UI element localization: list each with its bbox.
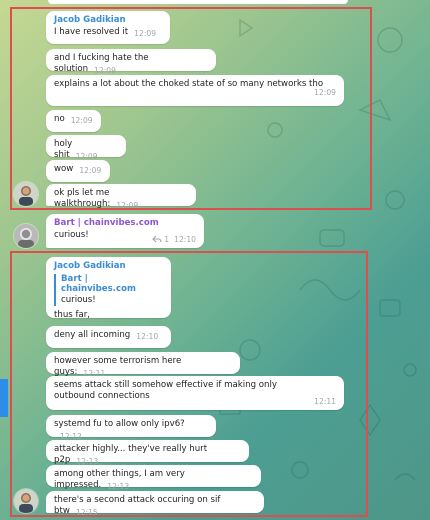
reply-quote[interactable]: Bart | chainvibes.com curious!: [54, 273, 163, 306]
message-bubble[interactable]: wow 12:09: [46, 160, 110, 182]
message-text: explains a lot about the choked state of…: [54, 79, 324, 89]
message-bubble[interactable]: however some terrorism here guys: 12:11: [46, 352, 240, 378]
message-time: 12:09: [79, 166, 102, 175]
message-bubble[interactable]: attacker highly... they've really hurt p…: [46, 440, 249, 466]
message-time: 12:09: [314, 87, 336, 97]
person-photo-icon: [14, 224, 38, 248]
message-bubble[interactable]: there's a second attack occuring on sif …: [46, 491, 264, 517]
message-text: wow: [54, 164, 74, 174]
message-text: I have resolved it: [54, 26, 129, 37]
message-bubble[interactable]: deny all incoming 12:10: [46, 326, 171, 348]
message-time: 12:09: [94, 65, 116, 75]
message-time: 12:13: [107, 481, 130, 491]
message-time: 12:09: [70, 116, 93, 125]
bart-avatar[interactable]: [14, 224, 38, 248]
message-bubble[interactable]: explains a lot about the choked state of…: [46, 75, 344, 106]
message-text: seems attack still somehow effective if …: [54, 380, 280, 401]
message-time: 12:10: [136, 332, 159, 341]
message-bubble[interactable]: no 12:09: [46, 110, 101, 132]
message-time: 12:09: [134, 28, 157, 38]
reply-arrow-icon[interactable]: [152, 235, 162, 243]
message-bubble[interactable]: Jacob Gadikian I have resolved it 12:09: [46, 11, 170, 44]
sender-name[interactable]: Jacob Gadikian: [54, 261, 163, 272]
message-time: 12:10: [174, 234, 196, 244]
message-text: however some terrorism here guys:: [54, 356, 185, 377]
reply-count[interactable]: 1: [164, 235, 169, 244]
message-time: 12:11: [314, 396, 336, 406]
message-bubble[interactable]: Bart | chainvibes.com curious! 1 12:10: [46, 214, 204, 248]
message-text: no: [54, 114, 65, 124]
message-bubble[interactable]: among other things, I am very impressed.…: [46, 465, 261, 491]
person-photo-icon: [14, 489, 38, 513]
message-bubble[interactable]: holy shit 12:09: [46, 135, 126, 161]
side-panel-edge: [0, 379, 8, 417]
message-time: 12:09: [116, 200, 139, 210]
sender-name[interactable]: Bart | chainvibes.com: [54, 218, 196, 229]
message-bubble[interactable]: seems attack still somehow effective if …: [46, 376, 344, 410]
previous-message-edge: [48, 0, 348, 4]
sender-name[interactable]: Jacob Gadikian: [54, 15, 162, 26]
reply-quote-text: curious!: [61, 295, 96, 306]
message-bubble[interactable]: systemd fu to allow only ipv6?12:12: [46, 415, 216, 441]
message-bubble[interactable]: and I fucking hate the solution 12:09: [46, 49, 216, 75]
message-bubble[interactable]: ok pls let me walkthrough: 12:09: [46, 184, 196, 210]
message-text: curious!: [54, 229, 89, 240]
jacob-avatar[interactable]: [14, 182, 38, 206]
message-text: thus far,: [54, 309, 91, 320]
message-text: deny all incoming: [54, 330, 131, 340]
message-time: 12:15: [75, 507, 98, 517]
message-bubble[interactable]: Jacob Gadikian Bart | chainvibes.com cur…: [46, 257, 171, 320]
person-photo-icon: [14, 182, 38, 206]
message-text: systemd fu to allow only ipv6?: [54, 419, 185, 429]
jacob-avatar[interactable]: [14, 489, 38, 513]
reply-quote-name: Bart | chainvibes.com: [61, 273, 136, 295]
message-text: holy shit: [54, 139, 75, 160]
message-text: ok pls let me walkthrough:: [54, 188, 113, 209]
